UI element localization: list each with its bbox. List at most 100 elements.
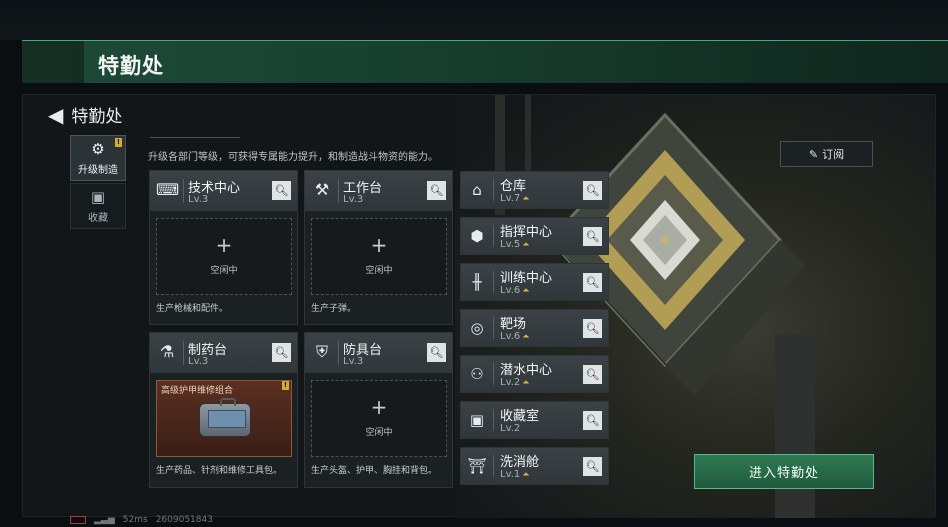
facility-diving-center[interactable]: ⚇ 潜水中心 Lv.2 ⏶ 🔍︎ <box>460 355 609 393</box>
card-armor-bench[interactable]: ⛨ 防具台 Lv.3 🔍︎ + 空闲中 生产头盔、护甲、胸挂和背包。 <box>304 332 453 488</box>
item-name: 高级护甲维修组合 <box>161 386 234 396</box>
search-icon[interactable]: 🔍︎ <box>583 411 602 430</box>
search-icon[interactable]: 🔍︎ <box>583 457 602 476</box>
page-title: 特勤处 <box>98 54 164 78</box>
card-footer: 生产头盔、护甲、胸挂和背包。 <box>311 466 438 476</box>
upgrade-arrow-icon: ⏶ <box>522 286 530 296</box>
facility-shooting-range[interactable]: ◎ 靶场 Lv.6 ⏶ 🔍︎ <box>460 309 609 347</box>
divider <box>338 341 339 365</box>
armor-icon: ⛨ <box>315 342 328 361</box>
craft-slot-empty[interactable]: + 空闲中 <box>311 218 447 295</box>
card-tech-center[interactable]: ⌨ 技术中心 Lv.3 🔍︎ + 空闲中 生产枪械和配件。 <box>149 170 298 325</box>
ping-value: 52ms <box>122 515 148 525</box>
upgrade-arrow-icon: ⏶ <box>522 194 530 204</box>
card-level: Lv.3 <box>343 356 364 367</box>
armor-repair-kit-image <box>199 398 251 437</box>
alert-badge: ! <box>282 381 289 390</box>
record-icon <box>70 516 86 524</box>
search-icon[interactable]: 🔍︎ <box>583 319 602 338</box>
subscribe-label: 订阅 <box>822 148 845 161</box>
search-icon[interactable]: 🔍︎ <box>583 365 602 384</box>
facility-name: 指挥中心 <box>500 225 553 240</box>
card-footer: 生产药品、针剂和维修工具包。 <box>156 466 283 476</box>
card-footer: 生产子弹。 <box>311 304 357 314</box>
craft-slot-empty[interactable]: + 空闲中 <box>156 218 292 295</box>
card-header: ⛨ 防具台 Lv.3 🔍︎ <box>305 333 452 373</box>
slot-status: 空闲中 <box>365 266 393 276</box>
divider <box>150 137 240 138</box>
facility-collection-room[interactable]: ▣ 收藏室 Lv.2 🔍︎ <box>460 401 609 439</box>
search-icon[interactable]: 🔍︎ <box>427 343 446 362</box>
search-icon[interactable]: 🔍︎ <box>583 273 602 292</box>
divider <box>493 409 494 431</box>
upgrade-arrow-icon: ⏶ <box>522 470 530 480</box>
description-text: 升级各部门等级，可获得专属能力提升，和制造战斗物资的能力。 <box>148 152 438 163</box>
facility-command-center[interactable]: ⬢ 指挥中心 Lv.5 ⏶ 🔍︎ <box>460 217 609 255</box>
card-header: ⚗ 制药台 Lv.3 🔍︎ <box>150 333 297 373</box>
search-icon[interactable]: 🔍︎ <box>427 181 446 200</box>
side-tab-label: 升级制造 <box>78 165 118 176</box>
facility-warehouse[interactable]: ⌂ 仓库 Lv.7 ⏶ 🔍︎ <box>460 171 609 209</box>
card-pharmacy[interactable]: ⚗ 制药台 Lv.3 🔍︎ 高级护甲维修组合 ! 生产药品、针剂和维修工具包。 <box>149 332 298 488</box>
facility-name: 潜水中心 <box>500 363 553 378</box>
card-header: ⌨ 技术中心 Lv.3 🔍︎ <box>150 171 297 211</box>
tools-icon: ⚒ <box>314 180 330 199</box>
facility-level-wrap: Lv.2 ⏶ <box>500 377 529 388</box>
pharma-icon: ⚗ <box>159 342 175 361</box>
side-tab-collection[interactable]: ▣ 收藏 <box>70 183 126 229</box>
back-arrow-icon[interactable]: ◀ <box>48 103 63 127</box>
card-level: Lv.3 <box>188 194 209 205</box>
back-nav[interactable]: ◀ 特勤处 <box>48 102 123 128</box>
back-label: 特勤处 <box>71 107 123 127</box>
target-icon: ◎ <box>470 319 484 337</box>
facility-training-center[interactable]: ╫ 训练中心 Lv.6 ⏶ 🔍︎ <box>460 263 609 301</box>
divider <box>493 179 494 201</box>
divider <box>183 179 184 203</box>
title-bar: 特勤处 <box>22 40 948 83</box>
facility-decon-chamber[interactable]: ⛩ 洗消舱 Lv.1 ⏶ 🔍︎ <box>460 447 609 485</box>
divider <box>493 317 494 339</box>
facility-name: 仓库 <box>500 179 527 194</box>
add-icon: + <box>370 233 388 257</box>
facility-name: 洗消舱 <box>500 455 540 470</box>
card-workbench[interactable]: ⚒ 工作台 Lv.3 🔍︎ + 空闲中 生产子弹。 <box>304 170 453 325</box>
status-bar: ▂▃▅ 52ms 2609051843 <box>70 515 213 525</box>
upgrade-arrow-icon: ⏶ <box>522 332 530 342</box>
craft-icon: ⚙ <box>91 140 105 158</box>
side-tab-label: 收藏 <box>88 213 108 224</box>
divider <box>183 341 184 365</box>
divider <box>493 225 494 247</box>
card-level: Lv.3 <box>188 356 209 367</box>
search-icon[interactable]: 🔍︎ <box>583 227 602 246</box>
slot-status: 空闲中 <box>365 428 393 438</box>
divider <box>493 363 494 385</box>
facility-level: Lv.7 <box>500 193 521 204</box>
craft-slot-active[interactable]: 高级护甲维修组合 ! <box>156 380 292 457</box>
alert-badge: ! <box>115 138 122 147</box>
card-header: ⚒ 工作台 Lv.3 🔍︎ <box>305 171 452 211</box>
search-icon[interactable]: 🔍︎ <box>583 181 602 200</box>
facility-level: Lv.2 <box>500 423 521 434</box>
slot-status: 空闲中 <box>210 266 238 276</box>
tech-icon: ⌨ <box>156 180 180 199</box>
command-icon: ⬢ <box>470 227 484 245</box>
facility-level: Lv.6 <box>500 331 521 342</box>
title-stripe <box>22 41 84 83</box>
subscribe-button[interactable]: ✎ 订阅 <box>780 141 873 167</box>
diving-icon: ⚇ <box>470 365 484 383</box>
search-icon[interactable]: 🔍︎ <box>272 181 291 200</box>
facility-name: 训练中心 <box>500 271 553 286</box>
facility-level: Lv.2 <box>500 377 521 388</box>
subscribe-icon: ✎ <box>808 147 819 161</box>
top-band <box>0 0 948 40</box>
facility-level: Lv.6 <box>500 285 521 296</box>
training-icon: ╫ <box>472 273 482 291</box>
signal-icon: ▂▃▅ <box>94 515 115 525</box>
search-icon[interactable]: 🔍︎ <box>272 343 291 362</box>
side-tab-craft[interactable]: ! ⚙ 升级制造 <box>70 135 126 181</box>
facility-level-wrap: Lv.6 ⏶ <box>500 331 529 342</box>
facility-level: Lv.5 <box>500 239 521 250</box>
card-footer: 生产枪械和配件。 <box>156 304 229 314</box>
enter-hq-button[interactable]: 进入特勤处 <box>694 454 874 489</box>
craft-slot-empty[interactable]: + 空闲中 <box>311 380 447 457</box>
